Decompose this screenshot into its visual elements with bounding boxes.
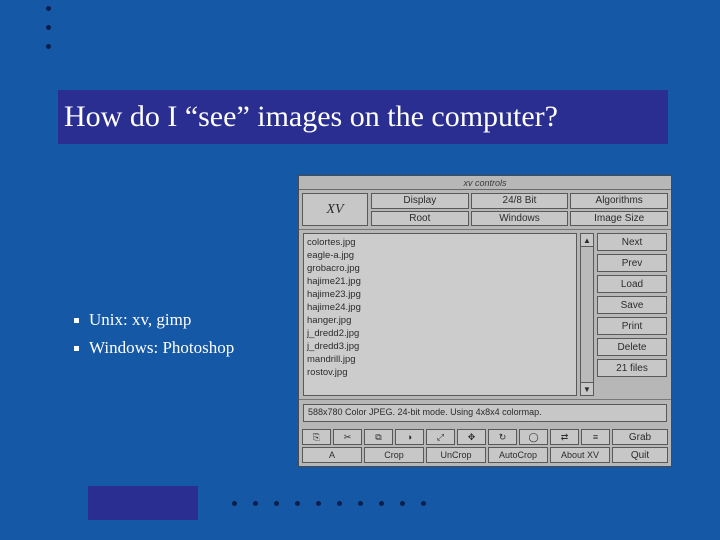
xv-window-title: xv controls	[299, 176, 671, 190]
bullet-item: Unix: xv, gimp	[74, 310, 234, 330]
scroll-track[interactable]	[580, 247, 594, 382]
list-item[interactable]: colortes.jpg	[307, 236, 573, 249]
tool-icon[interactable]: ≡	[581, 429, 610, 445]
list-item[interactable]: grobacro.jpg	[307, 262, 573, 275]
grab-button[interactable]: Grab	[612, 429, 668, 445]
windows-button[interactable]: Windows	[471, 211, 569, 227]
list-item[interactable]: hajime24.jpg	[307, 301, 573, 314]
list-item[interactable]: eagle-a.jpg	[307, 249, 573, 262]
list-item[interactable]: hajime23.jpg	[307, 288, 573, 301]
tool-icon[interactable]: ✂	[333, 429, 362, 445]
list-item[interactable]: hajime21.jpg	[307, 275, 573, 288]
bit-depth-button[interactable]: 24/8 Bit	[471, 193, 569, 209]
bullet-item: Windows: Photoshop	[74, 338, 234, 358]
bullet-text: Unix: xv, gimp	[89, 310, 191, 330]
quit-button[interactable]: Quit	[612, 447, 668, 463]
xv-logo: XV	[302, 193, 368, 226]
list-item[interactable]: mandrill.jpg	[307, 353, 573, 366]
about-button[interactable]: About XV	[550, 447, 610, 463]
crop-button[interactable]: Crop	[364, 447, 424, 463]
decor-dots-bottom	[232, 501, 426, 506]
algorithms-button[interactable]: Algorithms	[570, 193, 668, 209]
tool-icon[interactable]: ⧉	[364, 429, 393, 445]
decor-block	[88, 486, 198, 520]
autocrop-button[interactable]: AutoCrop	[488, 447, 548, 463]
bullet-list: Unix: xv, gimp Windows: Photoshop	[74, 310, 234, 366]
xv-toolbar: XV Display 24/8 Bit Algorithms Root Wind…	[299, 190, 671, 230]
scroll-down-icon[interactable]: ▼	[580, 382, 594, 396]
display-button[interactable]: Display	[371, 193, 469, 209]
tool-icon[interactable]: ⤢	[426, 429, 455, 445]
print-button[interactable]: Print	[597, 317, 667, 335]
tool-icon[interactable]: ◑	[395, 429, 424, 445]
tool-icon[interactable]: ✥	[457, 429, 486, 445]
scroll-up-icon[interactable]: ▲	[580, 233, 594, 247]
list-item[interactable]: j_dredd2.jpg	[307, 327, 573, 340]
file-count: 21 files	[597, 359, 667, 377]
tool-icon[interactable]: ◯	[519, 429, 548, 445]
xv-controls-window: xv controls XV Display 24/8 Bit Algorith…	[298, 175, 672, 467]
list-item[interactable]: rostov.jpg	[307, 366, 573, 379]
tool-icon[interactable]: ↻	[488, 429, 517, 445]
load-button[interactable]: Load	[597, 275, 667, 293]
tool-icon[interactable]: ⎘	[302, 429, 331, 445]
title-bar: How do I “see” images on the computer?	[58, 90, 668, 144]
root-button[interactable]: Root	[371, 211, 469, 227]
slide-title: How do I “see” images on the computer?	[64, 100, 558, 134]
annotate-button[interactable]: A	[302, 447, 362, 463]
image-size-button[interactable]: Image Size	[570, 211, 668, 227]
decor-dots-top	[46, 6, 51, 49]
list-item[interactable]: hanger.jpg	[307, 314, 573, 327]
next-button[interactable]: Next	[597, 233, 667, 251]
uncrop-button[interactable]: UnCrop	[426, 447, 486, 463]
bullet-text: Windows: Photoshop	[89, 338, 234, 358]
scrollbar[interactable]: ▲ ▼	[580, 233, 594, 396]
save-button[interactable]: Save	[597, 296, 667, 314]
tool-icon[interactable]: ⇄	[550, 429, 579, 445]
file-list[interactable]: colortes.jpg eagle-a.jpg grobacro.jpg ha…	[303, 233, 577, 396]
prev-button[interactable]: Prev	[597, 254, 667, 272]
status-bar: 588x780 Color JPEG. 24-bit mode. Using 4…	[303, 404, 667, 422]
delete-button[interactable]: Delete	[597, 338, 667, 356]
list-item[interactable]: j_dredd3.jpg	[307, 340, 573, 353]
